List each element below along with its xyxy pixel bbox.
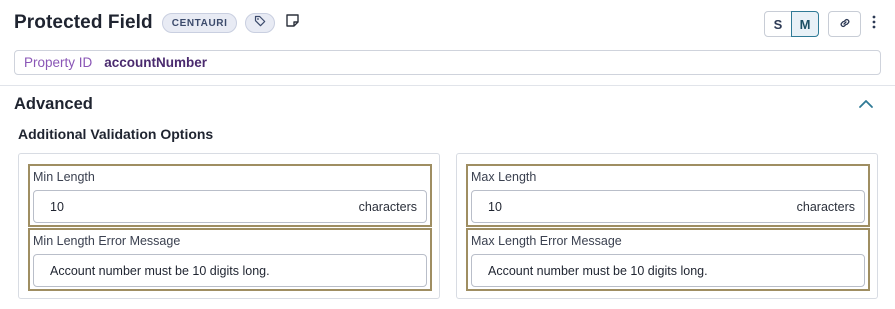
max-length-error-value: Account number must be 10 digits long. (488, 263, 708, 278)
size-m-button[interactable]: M (791, 11, 819, 37)
advanced-section-title: Advanced (14, 95, 93, 113)
min-length-error-input[interactable]: Account number must be 10 digits long. (33, 254, 427, 287)
max-length-input[interactable]: 10 characters (471, 190, 865, 223)
max-length-error-input[interactable]: Account number must be 10 digits long. (471, 254, 865, 287)
chevron-up-icon (858, 96, 874, 114)
min-length-label: Min Length (33, 170, 95, 184)
header-actions: S M (764, 10, 881, 38)
field-title: Protected Field (14, 12, 153, 33)
field-header: Protected Field CENTAURI (14, 10, 301, 36)
size-s-button[interactable]: S (764, 11, 792, 37)
property-id-value: accountNumber (104, 55, 208, 70)
validation-options-title: Additional Validation Options (18, 126, 214, 142)
tag-button[interactable] (245, 13, 276, 33)
max-length-field: Max Length 10 characters (466, 164, 870, 227)
section-divider (0, 85, 895, 86)
min-length-error-field: Min Length Error Message Account number … (28, 228, 432, 291)
max-length-suffix: characters (796, 199, 855, 214)
note-button[interactable] (283, 14, 301, 32)
min-length-input[interactable]: 10 characters (33, 190, 427, 223)
property-id-row[interactable]: Property ID accountNumber (14, 50, 881, 75)
more-options-button[interactable] (867, 11, 881, 37)
max-length-panel: Max Length 10 characters Max Length Erro… (456, 153, 878, 299)
max-length-label: Max Length (471, 170, 537, 184)
min-length-error-value: Account number must be 10 digits long. (50, 263, 270, 278)
min-length-field: Min Length 10 characters (28, 164, 432, 227)
max-length-value: 10 (488, 199, 502, 214)
property-id-label: Property ID (24, 55, 93, 70)
component-badge: CENTAURI (161, 13, 238, 33)
min-length-panel: Min Length 10 characters Min Length Erro… (18, 153, 440, 299)
note-icon (285, 13, 300, 33)
collapse-advanced-button[interactable] (857, 97, 875, 113)
max-length-error-label: Max Length Error Message (471, 234, 622, 248)
link-button[interactable] (828, 11, 861, 37)
link-icon (838, 16, 852, 33)
kebab-menu-icon (872, 15, 876, 34)
tag-icon (254, 14, 266, 32)
min-length-error-label: Min Length Error Message (33, 234, 181, 248)
min-length-suffix: characters (358, 199, 417, 214)
min-length-value: 10 (50, 199, 64, 214)
max-length-error-field: Max Length Error Message Account number … (466, 228, 870, 291)
